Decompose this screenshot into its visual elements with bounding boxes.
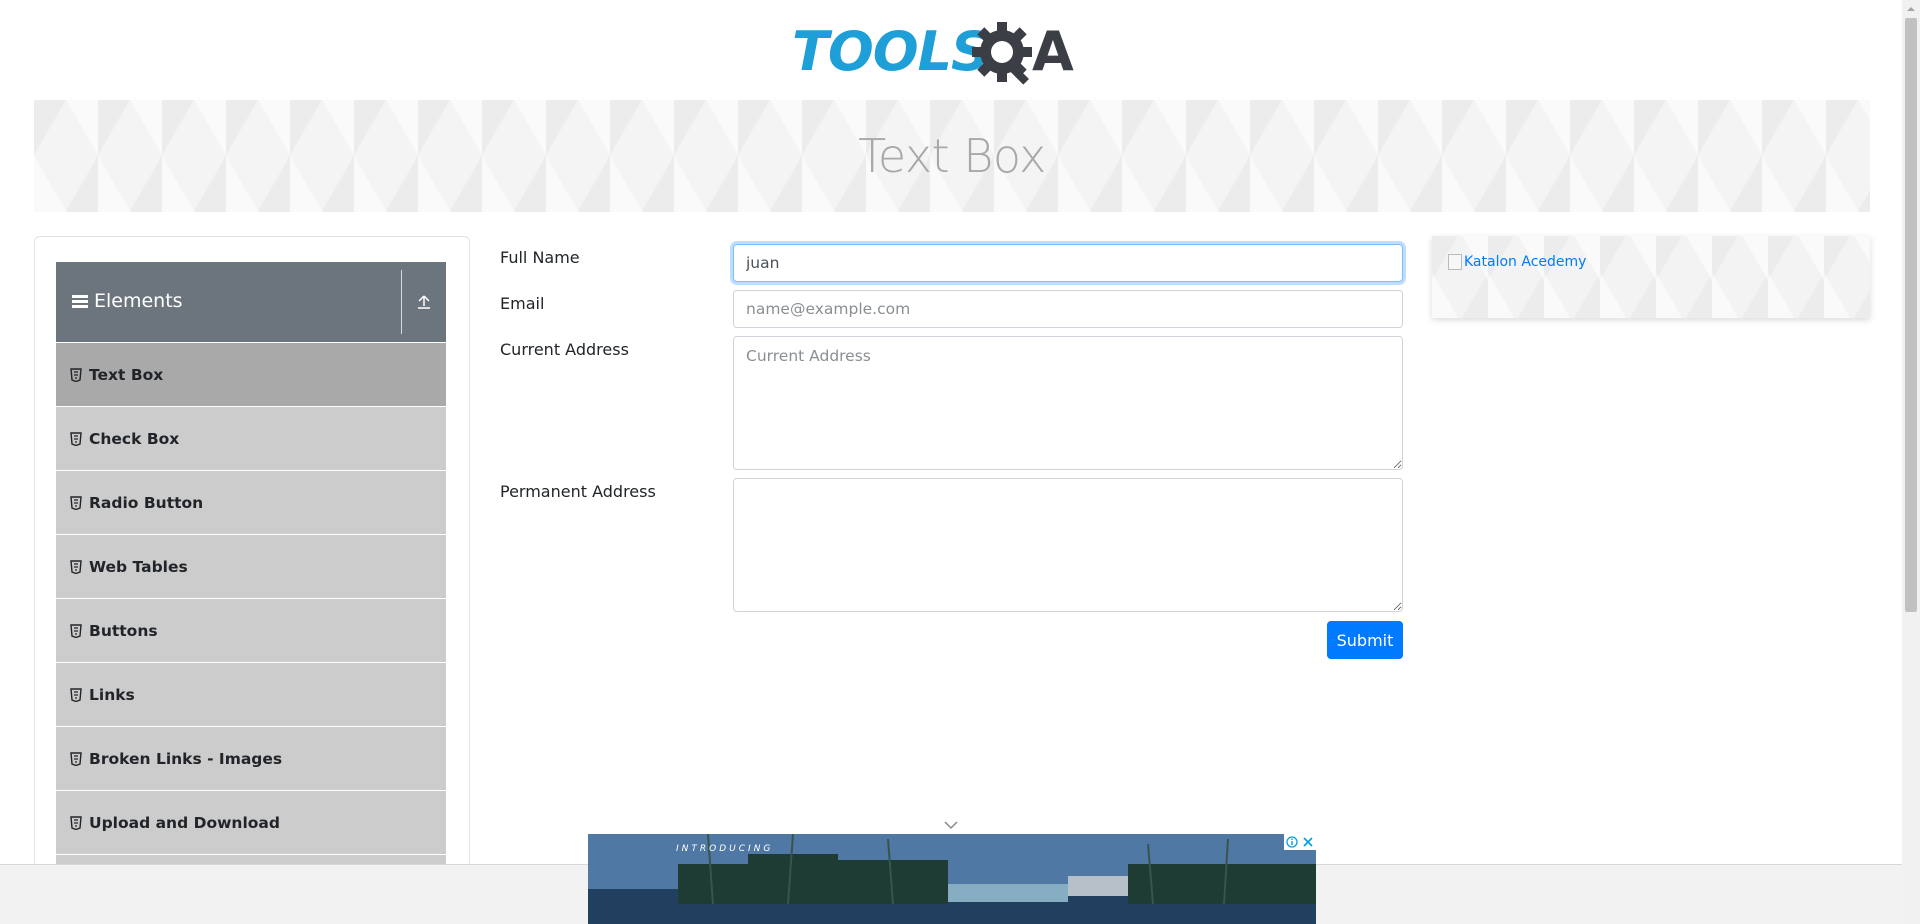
katalon-academy-alt-text: Katalon Acedemy <box>1464 254 1587 270</box>
sidebar: Elements Text Box Check Box Radio Button… <box>34 236 470 924</box>
full-name-label: Full Name <box>500 248 580 267</box>
sidebar-item-label: Text Box <box>89 365 164 384</box>
sidebar-group-label: Elements <box>94 290 183 312</box>
collapse-group-button[interactable] <box>402 262 446 342</box>
broken-image-icon <box>1448 254 1462 270</box>
sidebar-item-label: Broken Links - Images <box>89 749 283 768</box>
full-name-input[interactable] <box>733 244 1403 282</box>
email-input[interactable] <box>733 290 1403 328</box>
sidebar-item-label: Check Box <box>89 429 180 448</box>
collapse-up-icon <box>418 295 430 309</box>
html5-icon <box>70 751 82 766</box>
current-address-textarea[interactable] <box>733 336 1403 470</box>
html5-icon <box>70 559 82 574</box>
sidebar-item-broken-links-images[interactable]: Broken Links - Images <box>56 726 446 790</box>
page-title: Text Box <box>858 129 1046 183</box>
scrollbar-thumb[interactable] <box>1905 18 1917 612</box>
permanent-address-label: Permanent Address <box>500 482 656 501</box>
sidebar-group-title: Elements <box>72 290 183 312</box>
sidebar-item-upload-and-download[interactable]: Upload and Download <box>56 790 446 854</box>
email-label: Email <box>500 294 545 313</box>
burger-icon <box>72 294 88 308</box>
page-scrollbar[interactable] <box>1902 0 1920 924</box>
html5-icon <box>70 687 82 702</box>
sidebar-item-label: Radio Button <box>89 493 204 512</box>
sidebar-group-elements[interactable]: Elements <box>56 262 446 342</box>
submit-button[interactable]: Submit <box>1327 621 1403 659</box>
chevron-down-icon[interactable] <box>943 820 959 830</box>
ad-tagline: INTRODUCING <box>676 844 774 854</box>
sidebar-item-buttons[interactable]: Buttons <box>56 598 446 662</box>
current-address-label: Current Address <box>500 340 629 359</box>
sidebar-item-label: Links <box>89 685 135 704</box>
sidebar-item-check-box[interactable]: Check Box <box>56 406 446 470</box>
sidebar-item-text-box[interactable]: Text Box <box>56 342 446 406</box>
katalon-academy-link[interactable]: Katalon Acedemy <box>1448 254 1586 270</box>
toolsqa-logo[interactable]: TOOLS A <box>792 14 1114 90</box>
header: TOOLS A <box>0 0 1902 100</box>
page-banner: Text Box <box>34 100 1870 212</box>
svg-text:TOOLS: TOOLS <box>792 20 989 83</box>
html5-icon <box>70 623 82 638</box>
close-icon[interactable] <box>1300 834 1316 850</box>
svg-text:A: A <box>1032 20 1074 83</box>
adchoices-icon[interactable] <box>1284 834 1300 850</box>
sidebar-item-label: Web Tables <box>89 557 188 576</box>
sidebar-item-links[interactable]: Links <box>56 662 446 726</box>
scroll-up-arrow-icon[interactable] <box>1902 0 1920 18</box>
sidebar-item-label: Buttons <box>89 621 158 640</box>
right-ad-card: Katalon Acedemy <box>1432 236 1870 318</box>
page: TOOLS A Text Box Elements Text Box Check… <box>0 0 1920 924</box>
html5-icon <box>70 815 82 830</box>
sidebar-menu: Text Box Check Box Radio Button Web Tabl… <box>56 342 446 918</box>
sidebar-item-label: Upload and Download <box>89 813 280 832</box>
sidebar-item-radio-button[interactable]: Radio Button <box>56 470 446 534</box>
bottom-ad-banner[interactable]: INTRODUCING <box>588 834 1316 924</box>
html5-icon <box>70 367 82 382</box>
html5-icon <box>70 495 82 510</box>
permanent-address-textarea[interactable] <box>733 478 1403 612</box>
html5-icon <box>70 431 82 446</box>
sidebar-item-web-tables[interactable]: Web Tables <box>56 534 446 598</box>
